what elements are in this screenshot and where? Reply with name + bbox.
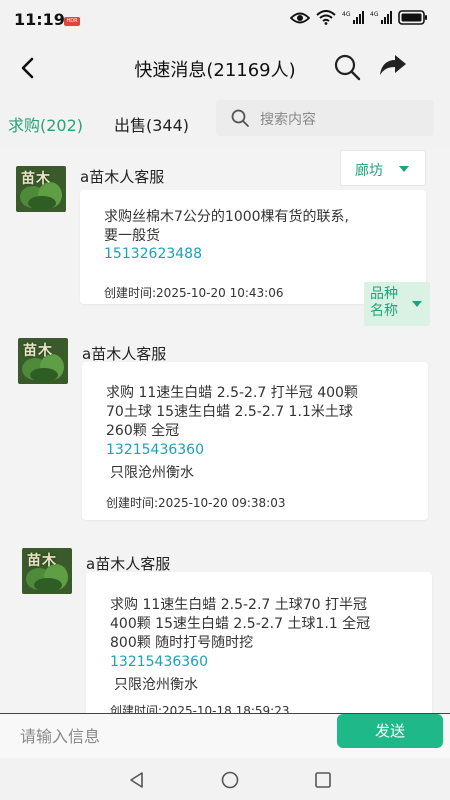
message-line: 400颗 15速生白蜡 2.5-2.7 土球1.1 全冠 [110,616,371,632]
message-input[interactable] [20,722,320,750]
chevron-down-icon [412,301,422,307]
avatar-text: 苗木 [27,553,57,569]
message-line: 800颗 随时打号随时挖 [110,635,254,651]
system-nav-bar [0,758,450,800]
avatar-text: 苗木 [21,171,51,187]
region-filter-dropdown[interactable]: 廊坊 [340,150,426,186]
phone-link[interactable]: 15132623488 [104,246,202,262]
status-bar: 11:19 HDR 4G 4G [0,0,450,40]
sender-name: a苗木人客服 [82,345,167,363]
avatar-text: 苗木 [23,343,53,359]
message-line: 求购 11速生白蜡 2.5-2.7 打半冠 400颗 [106,385,358,401]
region-note: 只限沧州衡水 [110,465,194,481]
variety-filter-dropdown[interactable]: 品种名称 [364,282,430,326]
sender-name: a苗木人客服 [86,555,171,573]
message-card[interactable]: 求购 11速生白蜡 2.5-2.7 打半冠 400颗 70土球 15速生白蜡 2… [82,362,428,520]
search-glyph-icon [231,109,249,127]
avatar[interactable]: 苗木 [16,166,66,212]
message-composer: 发送 [0,713,450,758]
signal-icon-2: 4G [370,11,392,24]
message-line: 260颗 全冠 [106,423,180,439]
wifi-icon [316,10,336,25]
variety-filter-label: 品种名称 [370,286,398,319]
nav-bar: 快速消息(21169人) [0,40,450,95]
message-line: 要一般货 [104,228,160,244]
phone-link[interactable]: 13215436360 [106,442,204,458]
tab-buy[interactable]: 求购(202) [8,112,83,136]
avatar[interactable]: 苗木 [18,338,68,384]
created-time: 创建时间:2025-10-20 09:38:03 [106,496,286,510]
message-line: 70土球 15速生白蜡 2.5-2.7 1.1米土球 [106,404,353,420]
signal-icon: 4G [342,11,364,24]
tab-sell[interactable]: 出售(344) [114,112,189,136]
region-note: 只限沧州衡水 [114,677,198,693]
chevron-down-icon [399,166,409,172]
battery-icon [398,10,427,25]
send-button[interactable]: 发送 [337,714,443,748]
created-time: 创建时间:2025-10-20 10:43:06 [104,286,284,300]
tabs-bar: 求购(202) 出售(344) 搜索内容 [0,95,450,150]
created-time: 创建时间:2025-10-18 18:59:23 [110,704,290,713]
signal-label: 4G [342,11,351,18]
message-card[interactable]: 求购 11速生白蜡 2.5-2.7 土球70 打半冠 400颗 15速生白蜡 2… [86,572,432,713]
region-filter-label: 廊坊 [355,163,383,179]
status-time: 11:19 [14,10,65,29]
status-icons: 4G 4G [290,10,428,25]
search-placeholder: 搜索内容 [260,112,316,128]
phone-link[interactable]: 13215436360 [110,654,208,670]
share-icon[interactable] [378,53,408,81]
home-circle-icon[interactable] [220,771,240,789]
search-icon[interactable] [332,52,362,82]
recents-square-icon[interactable] [314,771,332,789]
eye-icon [290,12,310,23]
sender-name: a苗木人客服 [80,168,165,186]
message-line: 求购丝棉木7公分的1000棵有货的联系, [104,209,349,225]
message-feed[interactable]: 苗木 a苗木人客服 求购丝棉木7公分的1000棵有货的联系, 要一般货 1513… [0,150,450,713]
search-box[interactable]: 搜索内容 [216,100,434,136]
hdr-badge: HDR [64,17,80,26]
back-triangle-icon[interactable] [128,771,146,789]
avatar[interactable]: 苗木 [22,548,72,594]
message-line: 求购 11速生白蜡 2.5-2.7 土球70 打半冠 [110,597,368,613]
signal-label-2: 4G [370,11,379,18]
